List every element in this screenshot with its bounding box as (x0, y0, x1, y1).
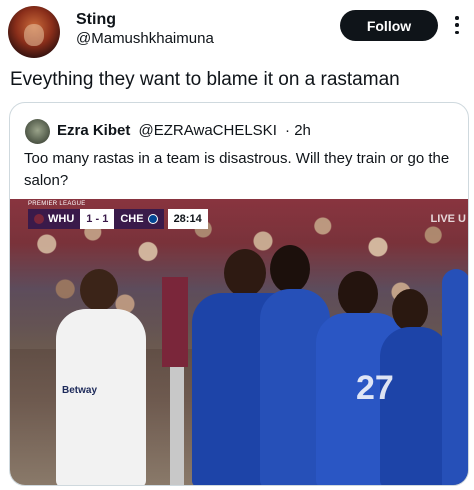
author-name[interactable]: Sting (76, 11, 116, 29)
shirt-sponsor: Betway (62, 385, 98, 396)
home-team: WHU (28, 209, 81, 229)
match-clock: 28:14 (167, 209, 208, 229)
away-score: 1 (102, 213, 109, 225)
quoted-header: Ezra Kibet @EZRAwaCHELSKI · 2h (57, 121, 311, 141)
home-team-label: WHU (48, 213, 75, 225)
score: 1 - 1 (80, 209, 115, 229)
player-bib (50, 269, 150, 485)
player-edge (442, 239, 468, 485)
west-ham-badge-icon (34, 214, 44, 224)
author-avatar[interactable] (8, 6, 60, 58)
quoted-tweet-card[interactable]: Ezra Kibet @EZRAwaCHELSKI · 2h Too many … (9, 102, 469, 486)
quoted-timestamp[interactable]: · 2h (285, 122, 311, 139)
quoted-author-handle[interactable]: @EZRAwaCHELSKI (139, 122, 277, 139)
tweet-text: Eveything they want to blame it on a ras… (10, 69, 400, 90)
author-handle[interactable]: @Mamushkhaimuna (76, 30, 214, 48)
follow-button[interactable]: Follow (340, 10, 438, 41)
live-label: LIVE U (430, 213, 466, 225)
scoreboard: WHU 1 - 1 CHE 28:14 (28, 209, 208, 229)
quoted-author-name[interactable]: Ezra Kibet (57, 122, 130, 139)
quoted-author-avatar[interactable] (25, 119, 50, 144)
league-label: PREMIER LEAGUE (28, 201, 86, 207)
quoted-tweet-text: Too many rastas in a team is disastrous.… (24, 150, 450, 189)
away-team-label: CHE (120, 213, 144, 225)
more-options-icon[interactable] (449, 16, 465, 34)
corner-flag-cloth (162, 277, 188, 367)
chelsea-badge-icon (147, 214, 158, 224)
home-score: 1 (86, 213, 93, 225)
score-separator: - (95, 213, 100, 225)
away-team: CHE (114, 209, 164, 229)
quoted-media-image[interactable]: Betway 27 PREMIER LEAGUE WHU 1 - 1 CHE 2… (10, 199, 468, 485)
shirt-number: 27 (356, 369, 394, 407)
